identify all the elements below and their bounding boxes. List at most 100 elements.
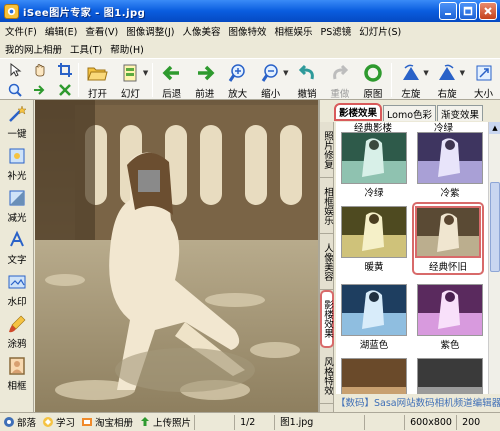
brush-icon — [9, 315, 26, 333]
back-button[interactable]: 后退 — [155, 59, 188, 100]
hand-tool-icon[interactable] — [29, 60, 51, 80]
rotate-left-button[interactable]: 左旋 — [394, 59, 427, 100]
status-filename: 图1.jpg — [274, 414, 364, 430]
menu-ps-filters[interactable]: PS滤镜 — [320, 24, 359, 38]
menu-image-adjust[interactable]: 图像调整(J) — [125, 24, 181, 38]
doodle-tool[interactable]: 涂鸦 — [0, 310, 34, 352]
album-icon — [82, 418, 93, 426]
rotate-left-dropdown-icon[interactable]: ▼ — [423, 69, 428, 77]
status-link-tribe[interactable]: 部落 — [0, 414, 39, 431]
effect-thumb-classic-nostalgia[interactable]: 经典怀旧 — [412, 202, 484, 275]
tab-lomo-color[interactable]: Lomo色彩 — [383, 105, 437, 121]
status-empty-cell — [194, 414, 234, 430]
effect-thumb-cool-purple[interactable]: 冷紫 — [414, 132, 486, 199]
image-canvas[interactable] — [35, 100, 318, 412]
scroll-up-icon[interactable]: ▲ — [489, 122, 500, 134]
effect-thumb-purple[interactable]: 紫色 — [414, 284, 486, 351]
zoom-in-label: 放大 — [228, 89, 248, 100]
rotate-right-button[interactable]: 右旋 — [431, 59, 464, 100]
tab-studio-effects[interactable]: 影楼效果 — [334, 103, 383, 121]
menu-frames[interactable]: 相框娱乐 — [273, 24, 319, 38]
menu-effects[interactable]: 图像特效 — [227, 24, 273, 38]
status-spacer — [364, 414, 404, 430]
effects-scrollbar[interactable]: ▲ — [488, 122, 500, 394]
select-tool-icon[interactable] — [4, 60, 26, 80]
forward-arrow-icon — [197, 65, 215, 81]
menu-help[interactable]: 帮助(H) — [109, 42, 151, 56]
toolbar: 打开 幻灯 ▼ 后退 前进 放大 缩小 ▼ 撤销 重做 原图 左旋 ▼ 右旋 ▼… — [0, 58, 500, 100]
zoom-dropdown-icon[interactable]: ▼ — [283, 69, 288, 77]
redo-button[interactable]: 重做 — [323, 59, 356, 100]
effect-label: 冷紫 — [440, 188, 460, 199]
status-link-learn[interactable]: 学习 — [39, 414, 78, 431]
tab-gradient-effects[interactable]: 渐变效果 — [437, 105, 484, 121]
effect-thumb-next-1[interactable] — [338, 358, 410, 394]
back-arrow-icon — [162, 65, 179, 81]
slideshow-dropdown-icon[interactable]: ▼ — [143, 69, 148, 77]
resize-button[interactable]: 大小 — [467, 59, 500, 100]
original-icon — [364, 64, 382, 82]
status-link-taobao-album[interactable]: 淘宝相册 — [78, 414, 136, 431]
arrow-tool-icon[interactable] — [29, 80, 51, 100]
left-tool-panel: 一键 补光 减光 文字 水印 涂鸦 相框 — [0, 100, 34, 412]
scroll-thumb[interactable] — [490, 182, 500, 272]
zoom-out-label: 缩小 — [261, 89, 281, 100]
side-tab-photo-repair[interactable]: 照片修复 — [320, 122, 334, 178]
fill-light-tool[interactable]: 补光 — [0, 142, 34, 184]
menu-slideshow[interactable]: 幻灯片(S) — [358, 24, 408, 38]
rotate-right-dropdown-icon[interactable]: ▼ — [460, 69, 465, 77]
menu-online-album[interactable]: 我的网上相册 — [4, 42, 69, 56]
maximize-button[interactable] — [459, 2, 477, 20]
slideshow-icon — [123, 64, 137, 82]
side-tab-studio-effects[interactable]: 影楼效果 — [320, 290, 334, 348]
close-button[interactable] — [479, 2, 497, 20]
side-tab-frames[interactable]: 相框娱乐 — [320, 178, 334, 234]
effect-thumb-cool-green[interactable]: 冷绿 — [338, 132, 410, 199]
menu-file[interactable]: 文件(F) — [4, 24, 44, 38]
app-logo-icon — [4, 3, 19, 19]
tribe-icon — [4, 417, 14, 427]
slideshow-button[interactable]: 幻灯 — [114, 59, 147, 100]
text-icon — [10, 230, 24, 247]
text-tool[interactable]: 文字 — [0, 226, 34, 268]
frame-label: 相框 — [7, 381, 27, 392]
status-link-upload[interactable]: 上传照片 — [136, 414, 194, 431]
menu-bar: 文件(F) 编辑(E) 查看(V) 图像调整(J) 人像美容 图像特效 相框娱乐… — [0, 22, 500, 58]
brighten-icon — [9, 148, 25, 164]
effect-thumb-lake-blue[interactable]: 湖蓝色 — [338, 284, 410, 351]
zoom-in-button[interactable]: 放大 — [221, 59, 254, 100]
text-label: 文字 — [7, 255, 27, 266]
menu-tools[interactable]: 工具(T) — [69, 42, 109, 56]
zoom-out-button[interactable]: 缩小 — [254, 59, 287, 100]
side-tab-style-effects[interactable]: 风格特效 — [320, 348, 334, 404]
effect-thumb-next-2[interactable] — [414, 358, 486, 394]
forward-button[interactable]: 前进 — [188, 59, 221, 100]
magic-wand-icon — [9, 105, 27, 122]
minimize-button[interactable] — [439, 2, 457, 20]
darken-icon — [9, 190, 25, 206]
panel-watermark-text: 【数码】Sasa网站数码相机频道编辑器 — [334, 396, 500, 412]
rotate-right-label: 右旋 — [437, 89, 457, 100]
zoom-tool-icon[interactable] — [4, 80, 26, 100]
rotate-left-label: 左旋 — [401, 89, 421, 100]
menu-edit[interactable]: 编辑(E) — [44, 24, 84, 38]
menu-view[interactable]: 查看(V) — [84, 24, 125, 38]
crop-tool-icon[interactable] — [54, 60, 76, 80]
reduce-light-tool[interactable]: 减光 — [0, 184, 34, 226]
frame-tool[interactable]: 相框 — [0, 352, 34, 394]
frame-icon — [9, 357, 25, 375]
watermark-tool[interactable]: 水印 — [0, 268, 34, 310]
rotate-left-icon — [402, 64, 419, 80]
delete-tool-icon[interactable] — [54, 80, 76, 100]
open-button[interactable]: 打开 — [81, 59, 114, 100]
forward-label: 前进 — [195, 89, 215, 100]
effect-thumb-warm-yellow[interactable]: 暖黄 — [338, 206, 410, 273]
window-title: iSee图片专家 - 图1.jpg — [23, 7, 146, 19]
effect-label: 经典怀旧 — [428, 262, 467, 273]
back-label: 后退 — [162, 89, 182, 100]
side-tab-portrait[interactable]: 人像美容 — [320, 234, 334, 290]
original-button[interactable]: 原图 — [356, 59, 389, 100]
menu-portrait[interactable]: 人像美容 — [181, 24, 227, 38]
undo-button[interactable]: 撤销 — [291, 59, 324, 100]
one-click-fix-tool[interactable]: 一键 — [0, 100, 34, 142]
